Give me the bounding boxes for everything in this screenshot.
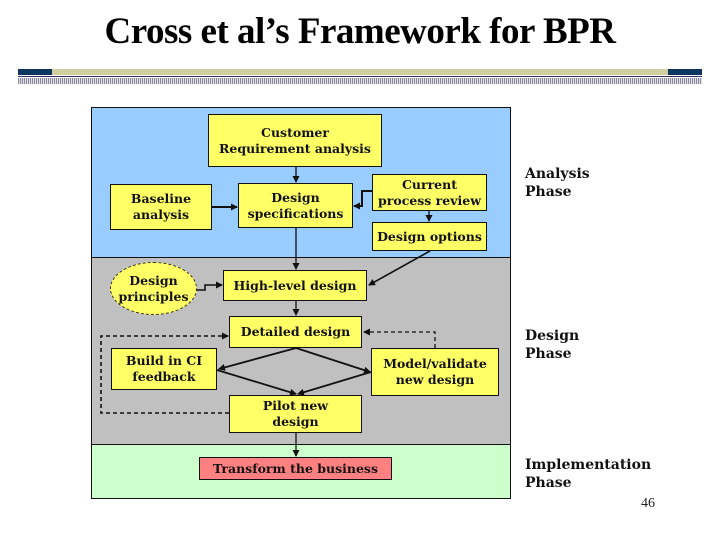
- slide-title: Cross et al’s Framework for BPR: [104, 11, 616, 52]
- node-build-in-ci-feedback: Build in CI feedback: [111, 348, 217, 390]
- title-bar-left-accent: [18, 69, 52, 75]
- node-design-options: Design options: [372, 222, 487, 251]
- title-bar-right-accent: [668, 69, 702, 75]
- node-design-specifications: Design specifications: [238, 183, 353, 228]
- phase-label-implementation: Implementation Phase: [525, 457, 652, 491]
- title-divider-line: [18, 76, 702, 77]
- node-pilot-new-design: Pilot new design: [229, 395, 362, 433]
- node-design-principles: Design principles: [110, 262, 197, 315]
- node-baseline-analysis: Baseline analysis: [110, 184, 212, 230]
- phase-label-design: Design Phase: [525, 328, 580, 362]
- phase-label-analysis: Analysis Phase: [525, 166, 590, 200]
- node-model-validate: Model/validate new design: [371, 348, 499, 396]
- node-transform-business: Transform the business: [199, 457, 392, 480]
- node-current-process-review: Current process review: [372, 174, 487, 211]
- title-bar: [52, 69, 668, 75]
- node-high-level-design: High-level design: [223, 270, 367, 301]
- page-number: 46: [641, 496, 655, 511]
- title-divider-pattern: [18, 78, 702, 84]
- node-detailed-design: Detailed design: [229, 316, 362, 348]
- node-customer-requirement: Customer Requirement analysis: [208, 114, 382, 167]
